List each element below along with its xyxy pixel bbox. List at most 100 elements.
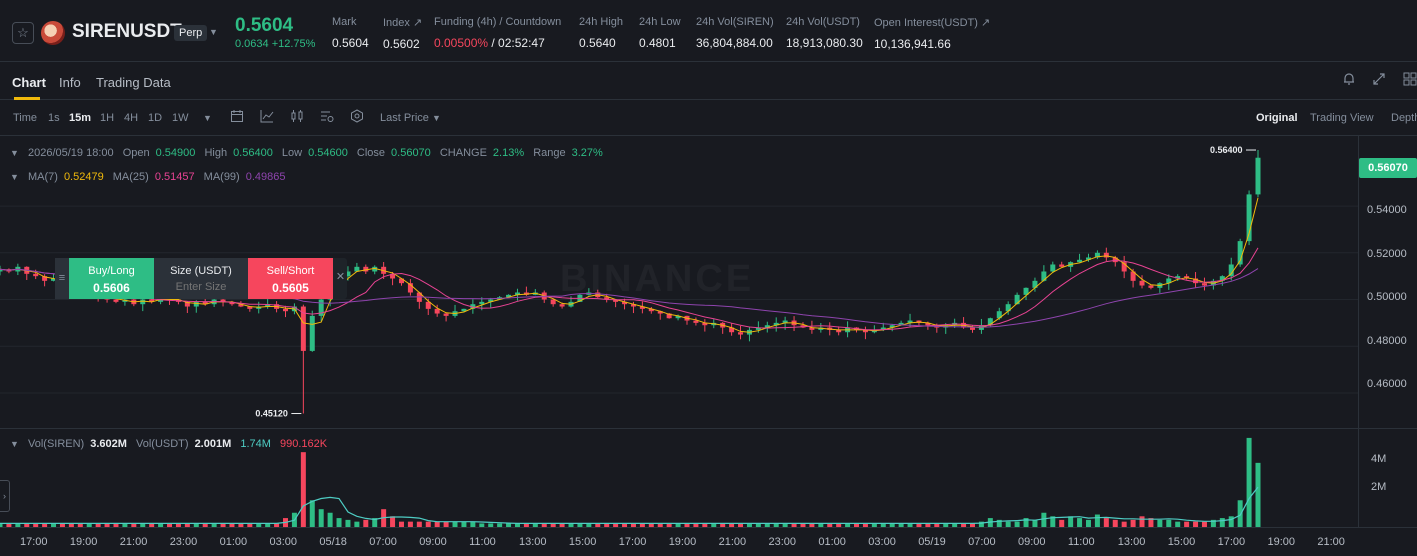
price-change: 0.0634 +12.75%: [235, 38, 316, 50]
grid-icon[interactable]: [1403, 72, 1417, 89]
calendar-icon[interactable]: [230, 109, 244, 126]
expand-icon[interactable]: [1372, 72, 1386, 89]
vol-quote-stat: 24h Vol(USDT) 18,913,080.30: [786, 16, 863, 50]
time-tick: 03:00: [868, 536, 896, 548]
interval-1s[interactable]: 1s: [48, 112, 60, 124]
time-tick: 05/18: [319, 536, 347, 548]
hexagon-icon[interactable]: [350, 109, 364, 126]
index-price-stat[interactable]: Index ↗ 0.5602: [383, 16, 422, 51]
volume-bar: [1130, 519, 1136, 527]
open-interest-stat[interactable]: Open Interest(USDT) ↗ 10,136,941.66: [874, 16, 990, 51]
high-24h-stat: 24h High 0.5640: [579, 16, 624, 50]
volume-bar: [1094, 514, 1100, 527]
mark-price-stat: Mark 0.5604: [332, 16, 369, 50]
bell-icon[interactable]: [1342, 72, 1356, 89]
interval-1d[interactable]: 1D: [148, 112, 162, 124]
time-axis[interactable]: 17:00 19:00 21:00 23:00 01:00 03:00 05/18 07:00…: [0, 527, 1417, 556]
star-icon[interactable]: ☆: [12, 22, 34, 44]
price-tick: 0.48000: [1367, 335, 1407, 347]
chevron-down-icon[interactable]: ▼: [203, 113, 212, 123]
time-tick: 09:00: [419, 536, 447, 548]
low-24h-stat: 24h Low 0.4801: [639, 16, 681, 50]
external-link-icon: ↗: [412, 17, 423, 29]
volume-legend: ▼ Vol(SIREN) 3.602M Vol(USDT) 2.001M 1.74M…: [10, 438, 328, 450]
chart-tabs: Chart Info Trading Data: [0, 62, 1417, 100]
candle-body: [1103, 252, 1109, 258]
candle-body: [738, 332, 744, 335]
time-tick: 13:00: [519, 536, 547, 548]
volume-bar: [1228, 516, 1234, 527]
volume-bar: [300, 452, 306, 527]
time-tick: 01:00: [219, 536, 248, 548]
candle-body: [443, 313, 449, 316]
volume-bar: [363, 519, 369, 527]
chevron-right-icon[interactable]: ›: [0, 480, 10, 512]
time-tick: 19:00: [1267, 536, 1296, 548]
volume-bar: [318, 509, 324, 527]
price-tick: 0.52000: [1367, 248, 1407, 260]
symbol-name[interactable]: SIRENUSDT: [72, 21, 182, 43]
interval-1h[interactable]: 1H: [100, 112, 114, 124]
price-axis[interactable]: 0.54000 0.52000 0.50000 0.48000 0.46000: [1358, 136, 1417, 428]
drag-handle-icon[interactable]: ≡: [55, 258, 69, 299]
candle-body: [559, 304, 565, 307]
price-source-select[interactable]: Last Price ▼: [380, 112, 441, 124]
volume-bar: [1246, 437, 1252, 527]
candle-body: [1139, 280, 1145, 286]
time-tick: 05/19: [918, 536, 946, 548]
time-tick: 13:00: [1117, 536, 1146, 548]
interval-1w[interactable]: 1W: [172, 112, 189, 124]
time-tick: 17:00: [20, 536, 48, 548]
time-tick: 09:00: [1018, 536, 1046, 548]
sell-short-button[interactable]: Sell/Short 0.5605: [248, 258, 333, 299]
indicator-icon[interactable]: [260, 109, 274, 126]
tab-trading-data[interactable]: Trading Data: [96, 75, 171, 90]
time-tick: 17:00: [1217, 536, 1246, 548]
high-marker-label: 0.56400: [1210, 145, 1243, 155]
close-icon[interactable]: ✕: [334, 270, 347, 283]
volume-bar: [1032, 519, 1038, 527]
volume-bar: [1103, 518, 1109, 527]
time-tick: 01:00: [818, 536, 846, 548]
price-tick: 0.46000: [1367, 378, 1407, 390]
candle-body: [1041, 271, 1047, 281]
view-trading-view[interactable]: Trading View: [1310, 112, 1374, 124]
tab-chart[interactable]: Chart: [12, 75, 46, 90]
candle-body: [550, 299, 556, 305]
last-price: 0.5604: [235, 15, 294, 36]
candle-body: [113, 299, 119, 302]
candle-type-icon[interactable]: [290, 109, 304, 126]
chevron-down-icon[interactable]: ▼: [209, 27, 218, 37]
last-price-tag: 0.56070: [1359, 158, 1417, 178]
volume-bar: [1077, 518, 1083, 527]
volume-axis[interactable]: 4M 2M: [1358, 429, 1417, 527]
size-input[interactable]: [161, 281, 241, 293]
chevron-down-icon: ▼: [431, 113, 441, 123]
volume-bar: [1059, 519, 1065, 527]
volume-bar: [1041, 512, 1047, 527]
buy-long-button[interactable]: Buy/Long 0.5606: [69, 258, 154, 299]
time-tick: 15:00: [568, 536, 597, 548]
binance-watermark: BINANCE: [560, 258, 754, 301]
time-tick: 21:00: [119, 536, 148, 548]
low-marker-label: 0.45120: [255, 409, 288, 419]
time-tick: 11:00: [469, 536, 496, 548]
candle-body: [140, 299, 146, 305]
tab-info[interactable]: Info: [59, 75, 81, 90]
interval-15m[interactable]: 15m: [69, 112, 91, 124]
external-link-icon: ↗: [980, 17, 991, 29]
settings-icon[interactable]: [320, 109, 334, 126]
interval-4h[interactable]: 4H: [124, 112, 138, 124]
time-tick: 15:00: [1167, 536, 1196, 548]
volume-bar: [327, 512, 333, 527]
view-depth[interactable]: Depth: [1391, 112, 1417, 124]
time-tick: 19:00: [668, 536, 697, 548]
view-original[interactable]: Original: [1256, 112, 1298, 124]
candle-body: [1255, 157, 1261, 195]
coin-logo: [41, 21, 65, 45]
time-tick: 23:00: [768, 536, 797, 548]
ticker-header: ☆ SIRENUSDT Perp ▼ 0.5604 0.0634 +12.75%…: [0, 0, 1417, 62]
time-tick: 23:00: [169, 536, 198, 548]
volume-bar: [1237, 500, 1243, 527]
volume-bar: [1157, 519, 1163, 527]
